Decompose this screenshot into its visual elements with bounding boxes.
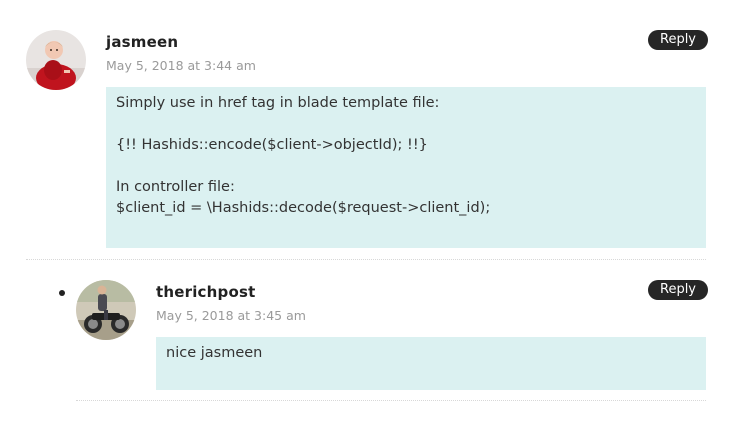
- comment-author[interactable]: therichpost: [156, 283, 255, 301]
- comment-body: nice jasmeen: [156, 337, 706, 390]
- comment-text-line: {!! Hashids::encode($client->objectId); …: [116, 137, 428, 153]
- avatar[interactable]: [26, 30, 86, 90]
- comment-divider: [76, 400, 706, 401]
- comment-text-line: nice jasmeen: [166, 345, 263, 361]
- reply-button[interactable]: Reply: [648, 30, 709, 50]
- comment-date[interactable]: May 5, 2018 at 3:44 am: [106, 58, 256, 73]
- avatar[interactable]: [76, 280, 136, 340]
- comment-body: Simply use in href tag in blade template…: [106, 87, 706, 248]
- avatar-child-icon: [26, 30, 86, 90]
- list-bullet: [59, 290, 65, 296]
- comment-date[interactable]: May 5, 2018 at 3:45 am: [156, 308, 306, 323]
- avatar-motorcycle-icon: [76, 280, 136, 340]
- comment-text-line: $client_id = \Hashids::decode($request->…: [116, 200, 491, 216]
- reply-button[interactable]: Reply: [648, 280, 709, 300]
- comment-divider: [26, 259, 706, 260]
- comment-text-line: In controller file:: [116, 179, 235, 195]
- comment-text-line: Simply use in href tag in blade template…: [116, 95, 440, 111]
- comment-author[interactable]: jasmeen: [106, 33, 178, 51]
- comments-section: jasmeen May 5, 2018 at 3:44 am Reply Sim…: [0, 0, 754, 428]
